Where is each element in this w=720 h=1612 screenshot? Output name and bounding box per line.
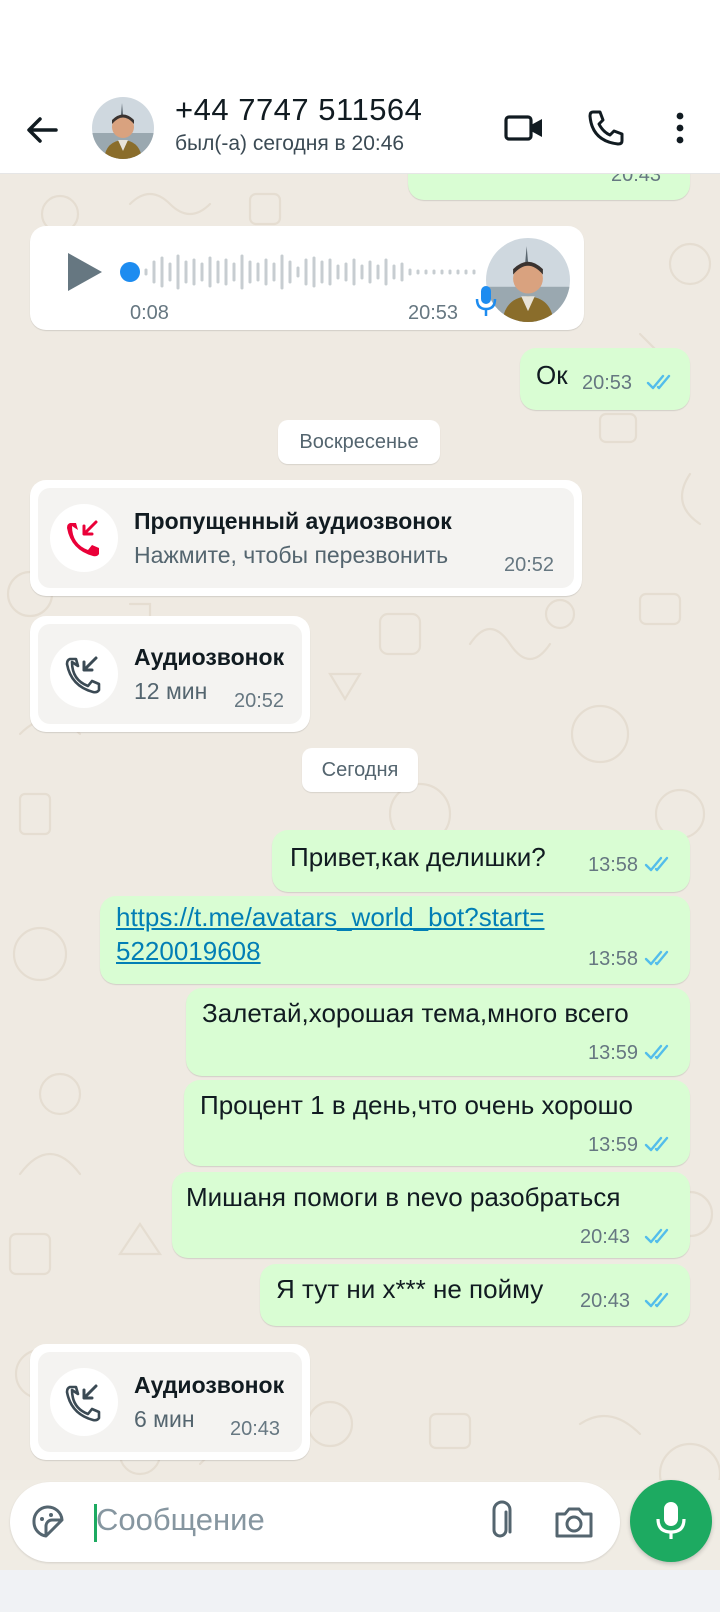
message-text: Ок bbox=[536, 360, 568, 390]
incoming-call-icon bbox=[50, 1368, 118, 1436]
system-nav-bar bbox=[0, 1570, 720, 1612]
chat-header: +44 7747 511564 был(-а) сегодня в 20:46 bbox=[0, 90, 720, 174]
voice-message[interactable]: 0:08 20:53 bbox=[30, 226, 584, 330]
message-time: 13:59 bbox=[588, 1042, 639, 1064]
outgoing-message[interactable]: Мишаня помоги в nevo разобраться 20:43 bbox=[172, 1172, 690, 1258]
message-time: 20:52 bbox=[234, 690, 285, 712]
call-card[interactable]: Аудиозвонок 6 мин 20:43 bbox=[38, 1352, 302, 1452]
phone-icon[interactable] bbox=[584, 106, 628, 150]
read-ticks-icon bbox=[644, 1292, 669, 1308]
call-card[interactable]: Пропущенный аудиозвонок Нажмите, чтобы п… bbox=[38, 488, 574, 588]
read-ticks-icon bbox=[644, 1228, 669, 1244]
contact-name[interactable]: +44 7747 511564 bbox=[175, 92, 422, 128]
message-input[interactable]: Сообщение bbox=[96, 1502, 265, 1538]
message-link[interactable]: https://t.me/avatars_world_bot?start= bbox=[116, 902, 545, 933]
outgoing-message[interactable]: Я тут ни х*** не пойму 20:43 bbox=[260, 1264, 690, 1326]
sender-avatar bbox=[486, 238, 570, 322]
message-time: 13:58 bbox=[588, 854, 639, 876]
call-title: Аудиозвонок bbox=[134, 1372, 285, 1398]
last-seen-status: был(-а) сегодня в 20:46 bbox=[175, 132, 405, 155]
sticker-icon[interactable] bbox=[28, 1502, 68, 1542]
date-separator: Воскресенье bbox=[278, 420, 440, 464]
paperclip-icon[interactable] bbox=[482, 1500, 522, 1544]
partial-outgoing-message[interactable]: 20:43 bbox=[408, 174, 690, 200]
incoming-call-icon bbox=[50, 640, 118, 708]
outgoing-message[interactable]: Привет,как делишки? 13:58 bbox=[272, 830, 690, 892]
outgoing-message[interactable]: Залетай,хорошая тема,много всего 13:59 bbox=[186, 988, 690, 1076]
play-icon[interactable] bbox=[64, 250, 104, 294]
contact-avatar[interactable] bbox=[92, 97, 154, 159]
message-time: 20:43 bbox=[230, 1418, 281, 1440]
call-card[interactable]: Аудиозвонок 12 мин 20:52 bbox=[38, 624, 302, 724]
message-text: Процент 1 в день,что очень хорошо bbox=[200, 1090, 633, 1120]
audio-call-message[interactable]: Аудиозвонок 6 мин 20:43 bbox=[30, 1344, 310, 1460]
message-time: 20:52 bbox=[504, 554, 555, 576]
audio-call-message[interactable]: Аудиозвонок 12 мин 20:52 bbox=[30, 616, 310, 732]
more-vert-icon[interactable] bbox=[660, 106, 700, 150]
message-time: 20:43 bbox=[580, 1290, 631, 1312]
message-composer[interactable]: Сообщение bbox=[10, 1482, 620, 1562]
voice-waveform[interactable] bbox=[118, 252, 498, 292]
camera-icon[interactable] bbox=[552, 1500, 596, 1544]
message-text: Залетай,хорошая тема,много всего bbox=[202, 998, 629, 1028]
read-ticks-icon bbox=[644, 950, 669, 966]
outgoing-message[interactable]: Процент 1 в день,что очень хорошо 13:59 bbox=[184, 1080, 690, 1166]
missed-call-icon bbox=[50, 504, 118, 572]
message-time: 20:43 bbox=[580, 1226, 631, 1248]
chat-area[interactable]: 20:43 0:08 20:53 Ок 20:53 Воскресенье Пр… bbox=[0, 174, 720, 1480]
date-separator: Сегодня bbox=[302, 748, 418, 792]
missed-call-message[interactable]: Пропущенный аудиозвонок Нажмите, чтобы п… bbox=[30, 480, 582, 596]
video-call-icon[interactable] bbox=[502, 106, 546, 150]
message-time: 13:59 bbox=[588, 1134, 639, 1156]
message-link-cont[interactable]: 5220019608 bbox=[116, 936, 261, 967]
outgoing-link-message[interactable]: https://t.me/avatars_world_bot?start= 52… bbox=[100, 896, 690, 984]
message-time: 20:53 bbox=[582, 372, 633, 394]
mic-button[interactable] bbox=[630, 1480, 712, 1562]
message-time: 20:53 bbox=[408, 302, 459, 324]
call-title: Аудиозвонок bbox=[134, 644, 285, 670]
mic-icon bbox=[474, 284, 498, 318]
message-text: Я тут ни х*** не пойму bbox=[276, 1274, 544, 1304]
mic-icon bbox=[656, 1502, 686, 1539]
read-ticks-icon bbox=[644, 1136, 669, 1152]
message-text: Мишаня помоги в nevo разобраться bbox=[186, 1182, 621, 1212]
call-duration: 6 мин bbox=[134, 1406, 195, 1432]
back-arrow-icon[interactable] bbox=[22, 110, 62, 150]
read-ticks-icon bbox=[644, 1044, 669, 1060]
read-ticks-icon bbox=[646, 374, 671, 390]
message-time: 20:43 bbox=[611, 174, 662, 186]
call-title: Пропущенный аудиозвонок bbox=[134, 508, 452, 534]
message-text: Привет,как делишки? bbox=[290, 842, 546, 872]
message-time: 13:58 bbox=[588, 948, 639, 970]
call-subtitle: Нажмите, чтобы перезвонить bbox=[134, 542, 449, 568]
call-duration: 12 мин bbox=[134, 678, 208, 704]
status-bar bbox=[0, 0, 720, 90]
read-ticks-icon bbox=[644, 856, 669, 872]
outgoing-message[interactable]: Ок 20:53 bbox=[520, 348, 690, 410]
voice-duration: 0:08 bbox=[130, 302, 169, 324]
